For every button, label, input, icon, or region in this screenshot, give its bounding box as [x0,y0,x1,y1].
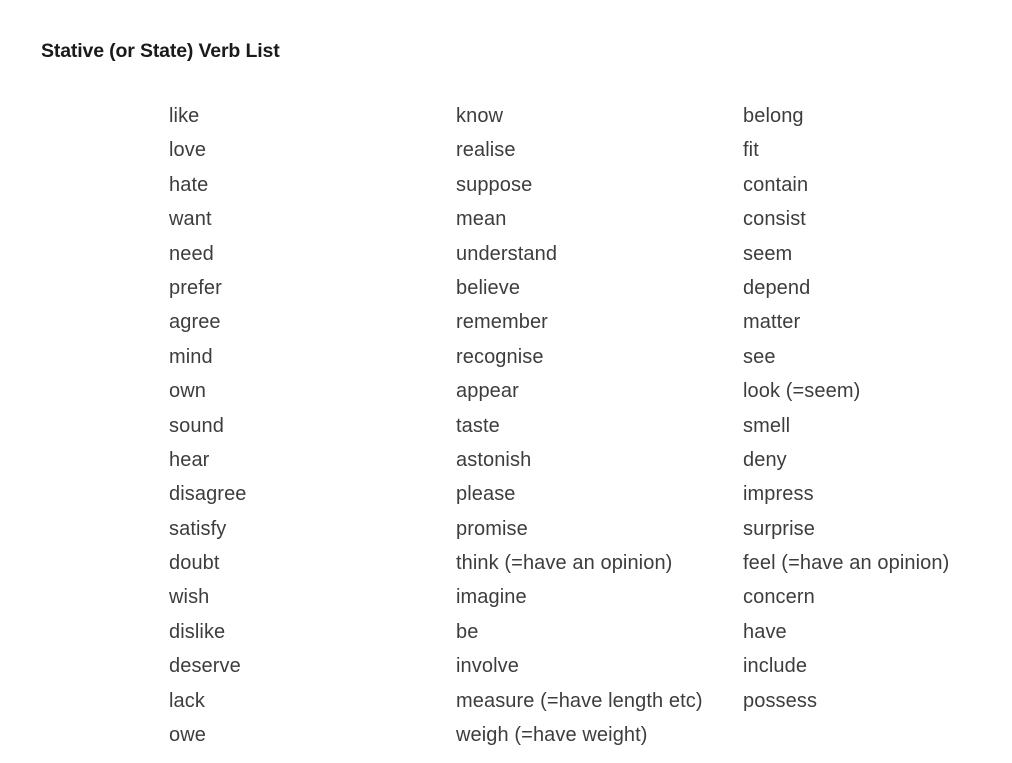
verb-item: recognise [456,345,544,368]
verb-item: measure (=have length etc) [456,689,703,712]
verb-item: hear [169,448,210,471]
verb-item: have [743,620,787,643]
verb-item: look (=seem) [743,380,861,403]
verb-item: promise [456,517,528,540]
verb-item: own [169,380,206,403]
verb-list: like love hate want need prefer agree mind own so… [0,0,1012,763]
verb-item: feel (=have an opinion) [743,552,950,575]
verb-item: need [169,242,214,265]
verb-item: imagine [456,586,527,609]
verb-item: know [456,105,504,127]
verb-item: suppose [456,173,533,196]
verb-item: consist [743,208,806,231]
verb-item: fit [743,139,759,162]
verb-column-1: like love hate want need prefer agree mind own so… [169,99,456,752]
verb-item: include [743,655,808,678]
verb-column-2: know realise suppose mean understand believe r… [456,99,743,752]
verb-item: agree [169,311,221,334]
verb-item: want [169,208,212,231]
verb-item: appear [456,380,519,403]
verb-item: astonish [456,448,532,471]
verb-item: remember [456,311,548,334]
verb-item: owe [169,724,206,747]
verb-item: possess [743,689,818,712]
verb-item: weigh (=have weight) [456,724,648,747]
verb-item: involve [456,655,519,678]
verb-item: prefer [169,276,222,299]
verb-item: surprise [743,517,815,540]
verb-item: wish [169,586,210,609]
verb-item: like [169,105,200,127]
verb-item: see [743,345,776,368]
verb-item: mean [456,208,507,231]
verb-item: impress [743,483,814,506]
verb-item: satisfy [169,517,227,540]
verb-item: doubt [169,552,220,575]
verb-item: sound [169,414,224,437]
verb-item: hate [169,173,209,196]
verb-item: love [169,139,207,162]
verb-item: seem [743,242,793,265]
verb-item: concern [743,586,815,609]
verb-item: think (=have an opinion) [456,552,673,575]
verb-item: mind [169,345,213,368]
verb-item: belong [743,105,804,127]
verb-item: matter [743,311,801,334]
verb-item: disagree [169,483,247,506]
verb-item: depend [743,276,811,299]
verb-item: understand [456,242,558,265]
verb-item: deserve [169,655,241,678]
verb-item: smell [743,414,791,437]
verb-item: be [456,620,479,643]
verb-item: lack [169,689,205,712]
verb-item: please [456,483,516,506]
verb-column-3: belong fit contain consist seem depend matter s… [743,99,1012,718]
verb-item: dislike [169,620,226,643]
verb-item: taste [456,414,500,437]
verb-item: realise [456,139,516,162]
verb-item: contain [743,173,809,196]
verb-item: believe [456,276,521,299]
verb-item: deny [743,448,787,471]
